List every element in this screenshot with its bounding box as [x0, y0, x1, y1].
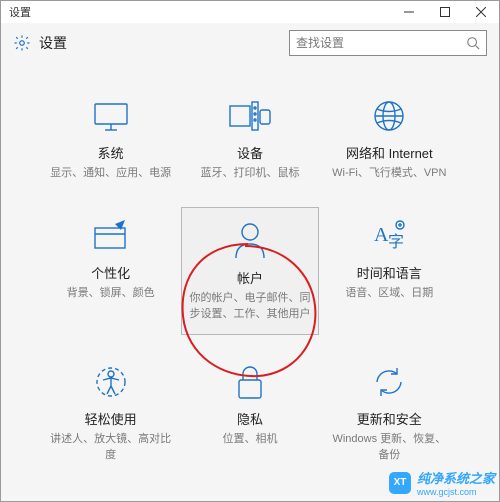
titlebar: 设置	[1, 1, 499, 23]
tile-title: 系统	[98, 143, 124, 162]
tile-devices[interactable]: 设备 蓝牙、打印机、鼠标	[184, 87, 316, 189]
tile-title: 轻松使用	[85, 409, 137, 428]
tile-time-language[interactable]: A字 时间和语言 语音、区域、日期	[323, 207, 455, 335]
content-area: 系统 显示、通知、应用、电源 设备 蓝牙、打印机、鼠标 网络和 Internet…	[1, 63, 499, 501]
ease-icon	[93, 361, 129, 403]
tile-sub: Windows 更新、恢复、备份	[327, 432, 451, 463]
page-title: 设置	[39, 33, 67, 53]
watermark-text: 纯净系统之家	[417, 468, 495, 487]
tile-title: 隐私	[237, 409, 263, 428]
tile-sub: 背景、锁屏、颜色	[67, 286, 155, 301]
tile-accounts[interactable]: 帐户 你的帐户、电子邮件、同步设置、工作、其他用户	[181, 207, 319, 335]
tile-sub: Wi-Fi、飞行模式、VPN	[332, 166, 446, 181]
tile-title: 网络和 Internet	[346, 143, 433, 162]
tile-title: 设备	[237, 143, 263, 162]
window-title: 设置	[9, 4, 31, 20]
tile-privacy[interactable]: 隐私 位置、相机	[184, 353, 316, 471]
minimize-button[interactable]	[391, 1, 427, 23]
svg-text:字: 字	[388, 233, 404, 251]
tiles-grid: 系统 显示、通知、应用、电源 设备 蓝牙、打印机、鼠标 网络和 Internet…	[1, 87, 499, 471]
tile-update-security[interactable]: 更新和安全 Windows 更新、恢复、备份	[323, 353, 455, 471]
tile-title: 个性化	[91, 263, 130, 282]
close-button[interactable]	[463, 1, 499, 23]
tile-title: 更新和安全	[357, 409, 422, 428]
person-icon	[234, 220, 266, 262]
gear-icon	[13, 34, 31, 52]
language-icon: A字	[370, 215, 408, 257]
tile-sub: 蓝牙、打印机、鼠标	[200, 166, 299, 181]
search-icon	[466, 36, 480, 50]
tile-system[interactable]: 系统 显示、通知、应用、电源	[45, 87, 177, 189]
tile-network[interactable]: 网络和 Internet Wi-Fi、飞行模式、VPN	[323, 87, 455, 189]
tile-title: 帐户	[237, 268, 263, 287]
maximize-button[interactable]	[427, 1, 463, 23]
tile-personalization[interactable]: 个性化 背景、锁屏、颜色	[45, 207, 177, 335]
tile-ease-of-access[interactable]: 轻松使用 讲述人、放大镜、高对比度	[45, 353, 177, 471]
header: 设置	[1, 23, 499, 63]
tile-sub: 位置、相机	[222, 432, 277, 447]
update-icon	[371, 361, 407, 403]
watermark: XT 纯净系统之家 www.gcjst.com	[389, 468, 495, 497]
watermark-url: www.gcjst.com	[417, 487, 495, 497]
tile-sub: 语音、区域、日期	[345, 286, 433, 301]
watermark-badge: XT	[389, 472, 411, 494]
svg-text:A: A	[374, 224, 389, 246]
tile-title: 时间和语言	[357, 263, 422, 282]
tile-sub: 你的帐户、电子邮件、同步设置、工作、其他用户	[188, 291, 312, 322]
settings-window: 设置 设置 系统	[0, 0, 500, 502]
search-input[interactable]	[296, 36, 466, 50]
tile-sub: 显示、通知、应用、电源	[50, 166, 171, 181]
tile-sub: 讲述人、放大镜、高对比度	[49, 432, 173, 463]
search-box[interactable]	[289, 30, 487, 56]
globe-icon	[371, 95, 407, 137]
lock-icon	[235, 361, 265, 403]
devices-icon	[228, 95, 272, 137]
paint-icon	[91, 215, 131, 257]
display-icon	[91, 95, 131, 137]
